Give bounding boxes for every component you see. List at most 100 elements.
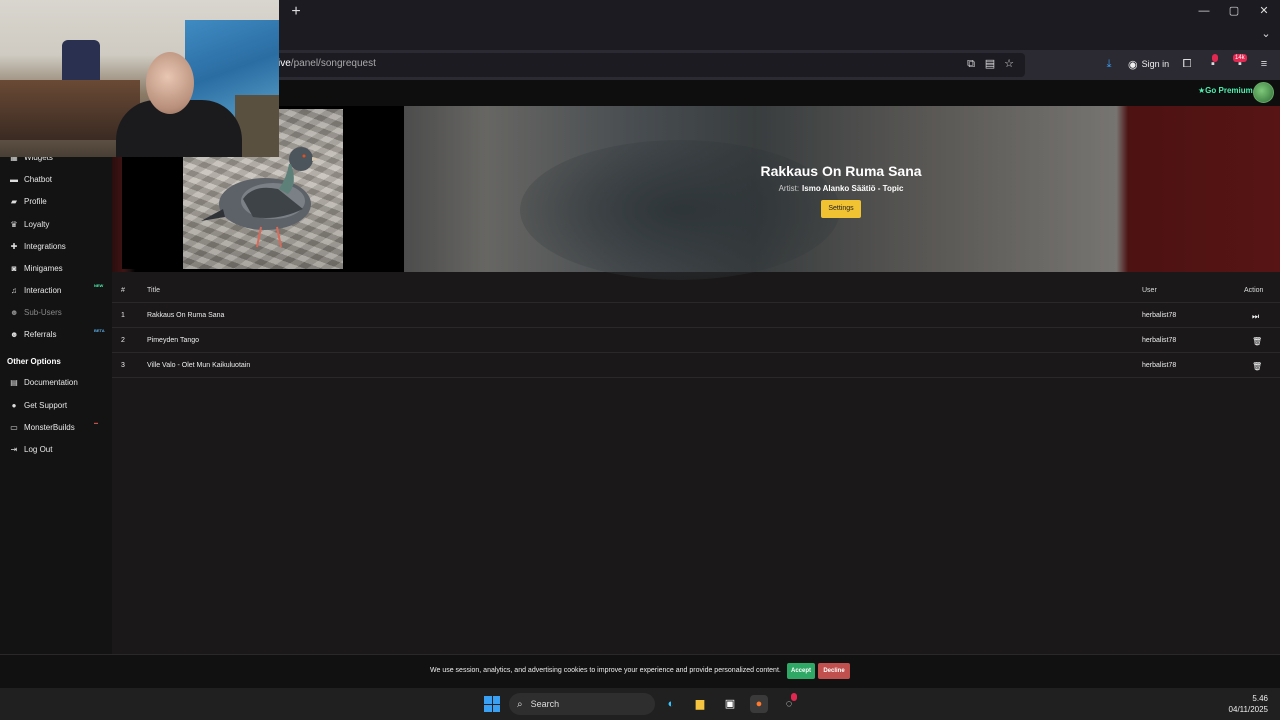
sidebar-item-minigames[interactable]: ◙ Minigames bbox=[10, 264, 63, 273]
go-premium-label: Go Premium bbox=[1205, 86, 1253, 95]
new-tab-button[interactable]: + bbox=[287, 3, 305, 21]
extension-badge-dot bbox=[1212, 54, 1218, 62]
reader-view-icon[interactable]: ▤ bbox=[983, 57, 997, 71]
album-art-letterbox-left bbox=[122, 156, 183, 269]
sidebar-item-log-out[interactable]: ⇥ Log Out bbox=[10, 444, 53, 454]
sidebar-item-label: Loyalty bbox=[24, 220, 50, 229]
firefox-icon[interactable]: ● bbox=[750, 695, 768, 713]
table-row: 2 Pimeyden Tango herbalist78 🗑 bbox=[112, 328, 1280, 353]
list-all-tabs-icon[interactable]: ⌄ bbox=[1258, 26, 1274, 42]
sidebar-item-monsterbuilds[interactable]: ▭ MonsterBuilds bbox=[10, 422, 75, 432]
url-bar[interactable] bbox=[270, 53, 1025, 77]
folder-icon: ▰ bbox=[10, 196, 18, 206]
column-header-num: # bbox=[121, 287, 125, 294]
sidebar-item-label: Documentation bbox=[24, 378, 78, 387]
sidebar-item-label: Chatbot bbox=[24, 175, 53, 184]
table-row: 1 Rakkaus On Ruma Sana herbalist78 ⏭ bbox=[112, 303, 1280, 328]
puzzle-icon: ✚ bbox=[10, 241, 18, 251]
sidebar-item-label: Profile bbox=[24, 197, 47, 206]
row-user: herbalist78 bbox=[1142, 362, 1177, 369]
account-icon: ◉ bbox=[1128, 58, 1138, 71]
extension-notify-icon[interactable]: ▪ bbox=[1206, 54, 1220, 71]
sidebar-item-referrals[interactable]: ☻ Referrals bbox=[10, 330, 56, 339]
extension-counter-icon[interactable]: ▪ 14k bbox=[1233, 54, 1247, 71]
row-num: 3 bbox=[121, 362, 125, 369]
table-row: 3 Ville Valo - Olet Mun Kaikuluotain her… bbox=[112, 353, 1280, 378]
webcam-person-head bbox=[146, 52, 194, 114]
sidebar-item-get-support[interactable]: ● Get Support bbox=[10, 400, 68, 410]
sidebar-item-label: Sub-Users bbox=[24, 308, 62, 317]
row-title: Rakkaus On Ruma Sana bbox=[147, 312, 225, 319]
sidebar-item-label: Interaction bbox=[24, 286, 62, 295]
logout-icon: ⇥ bbox=[10, 444, 18, 454]
sidebar-item-profile[interactable]: ▰ Profile bbox=[10, 197, 47, 206]
minimize-button[interactable]: — bbox=[1190, 2, 1218, 20]
row-title: Pimeyden Tango bbox=[147, 337, 200, 344]
table-header: # Title User Action bbox=[112, 278, 1280, 303]
update-icon[interactable]: ◌ bbox=[780, 693, 798, 713]
settings-button[interactable]: Settings bbox=[821, 200, 861, 218]
sidebar-item-sub-users[interactable]: ☻ Sub-Users bbox=[10, 308, 62, 317]
picture-in-picture-icon[interactable]: ⧉ bbox=[964, 57, 978, 71]
extensions-icon[interactable]: ⧠ bbox=[1180, 57, 1194, 71]
sidebar-item-documentation[interactable]: ▤ Documentation bbox=[10, 378, 78, 387]
clock-date: 04/11/2025 bbox=[1228, 705, 1268, 714]
help-icon: ● bbox=[11, 400, 17, 410]
hot-badge-dot: ▬ bbox=[94, 420, 98, 425]
windows-start-icon[interactable] bbox=[484, 696, 500, 712]
sidebar-item-label: Minigames bbox=[24, 264, 63, 273]
gamepad-icon: ◙ bbox=[11, 263, 17, 273]
users-icon: ☻ bbox=[10, 307, 19, 317]
row-num: 1 bbox=[121, 312, 125, 319]
store-icon[interactable]: ▣ bbox=[721, 695, 739, 713]
sidebar-item-label: Get Support bbox=[24, 401, 68, 410]
system-clock[interactable]: 5.46 04/11/2025 bbox=[1218, 693, 1268, 715]
sidebar-item-label: MonsterBuilds bbox=[24, 423, 75, 432]
close-window-button[interactable]: ✕ bbox=[1250, 2, 1278, 20]
now-playing-artist: Artist: Ismo Alanko Säätiö - Topic bbox=[700, 184, 982, 193]
trash-icon[interactable]: 🗑 bbox=[1252, 337, 1262, 346]
taskbar-search[interactable]: ⌕ Search bbox=[509, 693, 655, 715]
sign-in-label: Sign in bbox=[1141, 59, 1170, 69]
sign-in-button[interactable]: ◉ Sign in bbox=[1128, 56, 1169, 72]
now-playing-title: Rakkaus On Ruma Sana bbox=[760, 163, 922, 179]
menu-icon[interactable]: ≡ bbox=[1257, 57, 1271, 71]
row-title: Ville Valo - Olet Mun Kaikuluotain bbox=[147, 362, 251, 369]
row-num: 2 bbox=[121, 337, 125, 344]
sidebar-item-interaction[interactable]: ♫ Interaction bbox=[10, 286, 61, 295]
sidebar-item-loyalty[interactable]: ♛ Loyalty bbox=[10, 220, 49, 229]
music-icon: ♫ bbox=[11, 285, 17, 295]
webcam-overlay bbox=[0, 0, 279, 157]
file-explorer-icon[interactable]: ▆ bbox=[691, 695, 709, 713]
document-icon: ▤ bbox=[10, 377, 18, 387]
avatar[interactable] bbox=[1253, 82, 1274, 103]
accept-cookies-button[interactable]: Accept bbox=[787, 663, 815, 679]
sidebar-item-label: Referrals bbox=[24, 330, 57, 339]
downloads-icon[interactable]: ⤓ bbox=[1102, 57, 1116, 71]
maximize-button[interactable]: ▢ bbox=[1220, 2, 1248, 20]
cookie-text: We use session, analytics, and advertisi… bbox=[430, 667, 781, 674]
edge-icon[interactable]: ◐ bbox=[662, 695, 680, 713]
sidebar-item-integrations[interactable]: ✚ Integrations bbox=[10, 242, 66, 251]
column-header-user: User bbox=[1142, 287, 1157, 294]
bookmark-star-icon[interactable]: ☆ bbox=[1002, 57, 1016, 71]
url-text[interactable]: ive/panel/songrequest bbox=[278, 58, 376, 69]
artist-label: Artist: bbox=[778, 184, 800, 193]
extension-badge: 14k bbox=[1233, 54, 1247, 62]
laptop-icon: ▭ bbox=[10, 422, 18, 432]
trash-icon[interactable]: 🗑 bbox=[1252, 362, 1262, 371]
artist-name: Ismo Alanko Säätiö - Topic bbox=[802, 184, 904, 193]
url-path: /panel/songrequest bbox=[290, 58, 376, 69]
trophy-icon: ♛ bbox=[10, 219, 18, 229]
go-premium-link[interactable]: ★Go Premium bbox=[1198, 86, 1253, 95]
skip-icon[interactable]: ⏭ bbox=[1252, 312, 1259, 322]
album-art-letterbox-right bbox=[343, 109, 404, 269]
other-options-heading: Other Options bbox=[7, 357, 61, 366]
new-badge: NEW bbox=[94, 283, 104, 288]
sidebar-item-chatbot[interactable]: ▬ Chatbot bbox=[10, 175, 52, 184]
chat-icon: ▬ bbox=[10, 174, 18, 184]
row-user: herbalist78 bbox=[1142, 337, 1177, 344]
row-user: herbalist78 bbox=[1142, 312, 1177, 319]
decline-cookies-button[interactable]: Decline bbox=[818, 663, 850, 679]
column-header-action: Action bbox=[1244, 287, 1264, 294]
